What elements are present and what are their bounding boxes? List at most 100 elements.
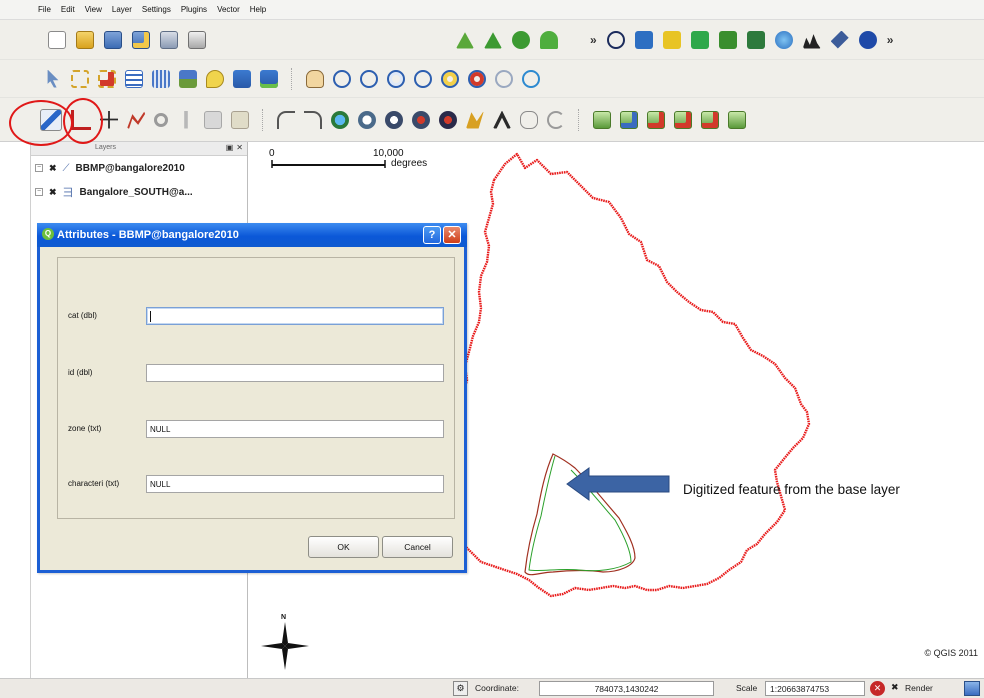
- menu-settings[interactable]: Settings: [142, 5, 171, 14]
- grass-tools-3-icon[interactable]: [647, 110, 665, 129]
- projection-icon[interactable]: [964, 681, 980, 696]
- grid-icon[interactable]: [662, 30, 681, 49]
- menu-edit[interactable]: Edit: [61, 5, 75, 14]
- cancel-button[interactable]: Cancel: [382, 536, 453, 558]
- label-move-icon[interactable]: [260, 69, 278, 88]
- menu-vector[interactable]: Vector: [217, 5, 240, 14]
- grass-tools-5-icon[interactable]: [701, 110, 719, 129]
- id-input[interactable]: [146, 364, 444, 382]
- zoom-full-icon[interactable]: [387, 69, 405, 88]
- menu-help[interactable]: Help: [250, 5, 266, 14]
- coordinate-field[interactable]: 784073,1430242: [539, 681, 714, 696]
- delete-selected-icon[interactable]: [154, 112, 168, 127]
- move-feature-icon[interactable]: [100, 110, 118, 129]
- zoom-next-icon[interactable]: [495, 69, 513, 88]
- scale-bar-icon[interactable]: [634, 30, 653, 49]
- open-project-icon[interactable]: [76, 30, 94, 49]
- capture-line-icon[interactable]: [71, 109, 91, 130]
- add-spatialite-layer-icon[interactable]: [540, 30, 558, 49]
- zoom-out-icon[interactable]: [360, 69, 378, 88]
- zoom-layer-icon[interactable]: [414, 69, 432, 88]
- zoom-selection-icon[interactable]: [441, 69, 459, 88]
- layer-item[interactable]: − ✖ ⺕ Bangalore_SOUTH@a...: [31, 180, 247, 204]
- render-checkbox[interactable]: ✖: [891, 682, 899, 693]
- add-raster-layer-icon[interactable]: [484, 32, 502, 49]
- node-tool-icon[interactable]: [127, 110, 145, 129]
- measure-area-icon[interactable]: [179, 69, 197, 88]
- capture-icon[interactable]: [746, 30, 765, 49]
- copy-features-icon[interactable]: [204, 110, 222, 129]
- deselect-icon[interactable]: [98, 69, 116, 88]
- zone-input[interactable]: NULL: [146, 420, 444, 438]
- zoom-last-icon[interactable]: [468, 69, 486, 88]
- cat-input[interactable]: [146, 307, 444, 325]
- add-postgis-layer-icon[interactable]: [512, 30, 530, 49]
- menu-file[interactable]: File: [38, 5, 51, 14]
- visibility-checkbox[interactable]: ✖: [49, 163, 57, 174]
- copyright-label: © QGIS 2011: [924, 648, 979, 658]
- coordinate-toggle-icon[interactable]: ⚙: [453, 681, 468, 696]
- navigation-icon[interactable]: [858, 30, 877, 49]
- add-ring-icon[interactable]: [358, 110, 376, 129]
- add-vector-layer-icon[interactable]: [456, 32, 474, 49]
- visibility-checkbox[interactable]: ✖: [49, 187, 57, 198]
- menu-view[interactable]: View: [85, 5, 102, 14]
- new-project-icon[interactable]: [48, 30, 66, 49]
- more-tools-1[interactable]: »: [590, 33, 597, 47]
- label-icon[interactable]: [233, 69, 251, 88]
- measure-line-icon[interactable]: [152, 69, 170, 88]
- undo-icon[interactable]: [277, 110, 295, 129]
- grass-tools-6-icon[interactable]: [728, 110, 746, 129]
- collapse-icon[interactable]: −: [35, 188, 43, 196]
- paste-features-icon[interactable]: [231, 110, 249, 129]
- select-icon[interactable]: [71, 69, 89, 88]
- redo-icon[interactable]: [304, 110, 322, 129]
- collapse-icon[interactable]: −: [35, 164, 43, 172]
- annotation-icon[interactable]: [206, 69, 224, 88]
- zoom-in-icon[interactable]: [333, 69, 351, 88]
- delete-part-icon[interactable]: [439, 110, 457, 129]
- more-tools-2[interactable]: »: [887, 33, 894, 47]
- menu-plugins[interactable]: Plugins: [181, 5, 207, 14]
- characteri-input[interactable]: NULL: [146, 475, 444, 493]
- copyright-label-icon[interactable]: [606, 30, 625, 49]
- pan-icon[interactable]: [306, 69, 324, 88]
- identify-icon[interactable]: [47, 69, 59, 88]
- attribute-table-icon[interactable]: [125, 69, 143, 88]
- split-features-icon[interactable]: [493, 110, 511, 129]
- menu-layer[interactable]: Layer: [112, 5, 132, 14]
- globe-icon[interactable]: [774, 30, 793, 49]
- print-icon[interactable]: [188, 30, 206, 49]
- rotate-point-symbols-icon[interactable]: [547, 110, 565, 129]
- reshape-features-icon[interactable]: [466, 110, 484, 129]
- grass-tools-2-icon[interactable]: [620, 110, 638, 129]
- save-project-icon[interactable]: [104, 30, 122, 49]
- gps-icon[interactable]: [718, 30, 737, 49]
- close-panel-icon[interactable]: ✕: [236, 143, 243, 152]
- layer-item[interactable]: − ✖ ⟋ BBMP@bangalore2010: [31, 156, 247, 180]
- north-arrow-icon[interactable]: [690, 30, 709, 49]
- refresh-icon[interactable]: [522, 69, 540, 88]
- save-as-icon[interactable]: [132, 30, 150, 49]
- float-panel-icon[interactable]: ▣: [226, 143, 234, 152]
- profile-icon[interactable]: [802, 34, 821, 49]
- grass-tools-1-icon[interactable]: [593, 110, 611, 129]
- stop-render-icon[interactable]: ✕: [870, 681, 885, 696]
- grass-tools-4-icon[interactable]: [674, 110, 692, 129]
- add-part-icon[interactable]: [385, 110, 403, 129]
- simplify-feature-icon[interactable]: [331, 110, 349, 129]
- help-button[interactable]: ?: [423, 226, 441, 244]
- ok-button[interactable]: OK: [308, 536, 379, 558]
- map-navigation-toolbar: [0, 60, 984, 98]
- merge-features-icon[interactable]: [520, 110, 538, 129]
- text-caret: [150, 310, 151, 322]
- cut-features-icon[interactable]: [184, 110, 188, 129]
- attribute-form: cat (dbl) id (dbl) zone (txt) NULL chara…: [57, 257, 455, 519]
- close-button[interactable]: ✕: [443, 226, 461, 244]
- render-label: Render: [905, 683, 933, 693]
- toggle-editing-icon[interactable]: [40, 108, 62, 131]
- satellite-icon[interactable]: [830, 30, 849, 49]
- print-composer-icon[interactable]: [160, 30, 178, 49]
- delete-ring-icon[interactable]: [412, 110, 430, 129]
- scale-field[interactable]: 1:20663874753: [765, 681, 865, 696]
